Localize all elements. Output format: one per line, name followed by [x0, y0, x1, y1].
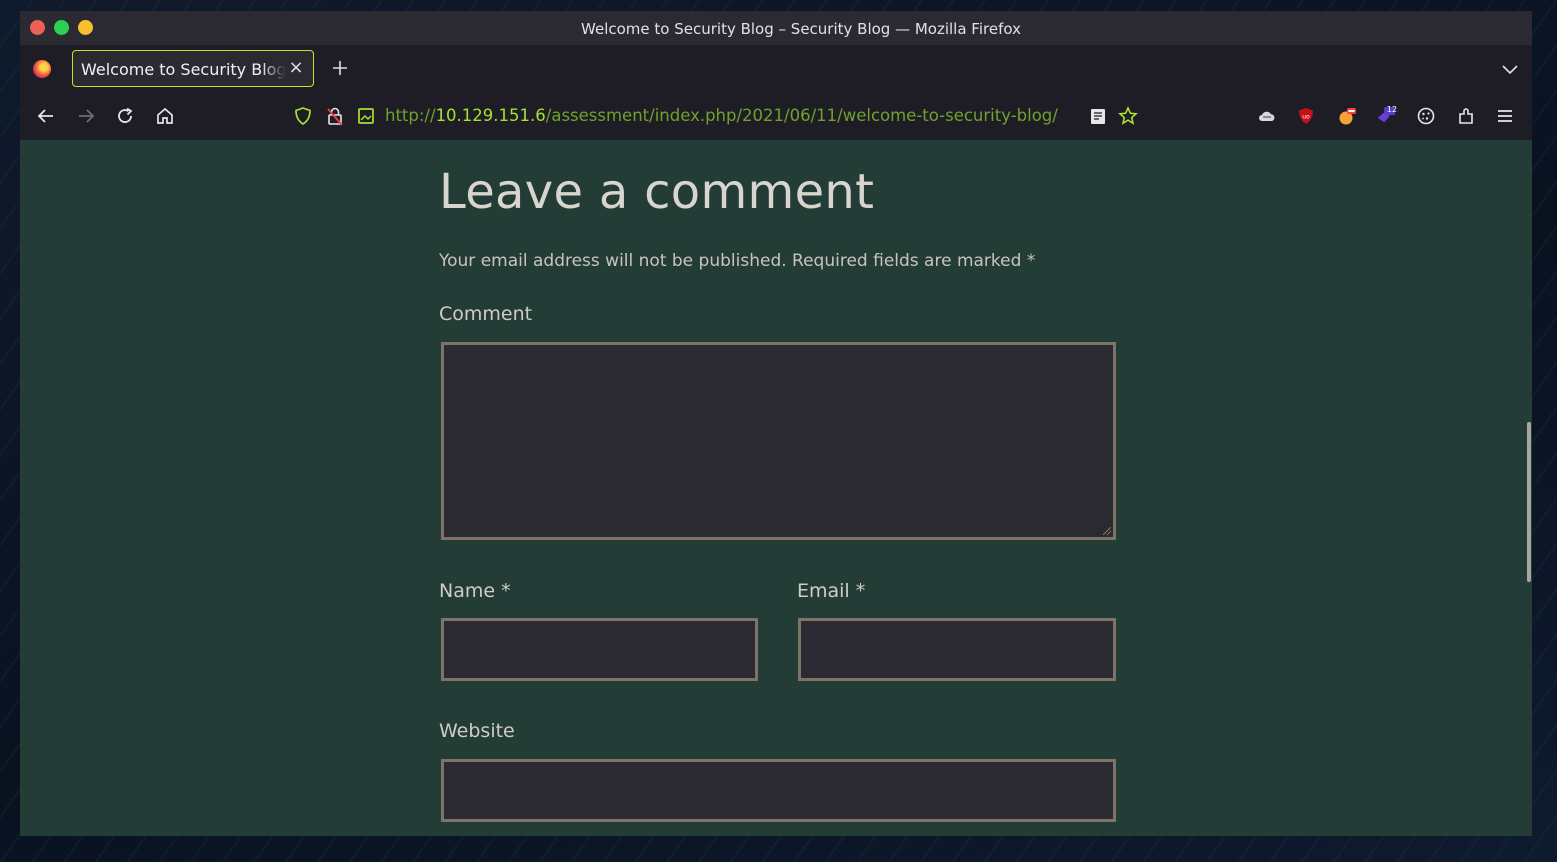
name-field[interactable] [441, 618, 758, 681]
browser-window: Welcome to Security Blog – Security Blog… [20, 11, 1532, 836]
website-label: Website [439, 720, 515, 742]
tab-strip: Welcome to Security Blog – Security Blog… [20, 45, 1532, 92]
name-label: Name * [439, 580, 511, 602]
email-field[interactable] [798, 618, 1116, 681]
url-host: 10.129.151.6 [435, 106, 546, 125]
extensions-puzzle-icon[interactable] [1456, 106, 1476, 126]
plus-icon[interactable] [330, 58, 350, 78]
image-icon[interactable] [356, 106, 376, 126]
cookie-icon[interactable] [1416, 106, 1436, 126]
tab-title: Welcome to Security Blog – Security Blog [81, 60, 286, 79]
chevron-down-icon[interactable] [1500, 60, 1520, 78]
window-title: Welcome to Security Blog – Security Blog… [581, 20, 1021, 38]
navigation-bar: http://10.129.151.6/assessment/index.php… [20, 92, 1532, 140]
url-prefix: http:// [385, 106, 436, 125]
comment-textarea[interactable] [441, 342, 1116, 540]
reload-icon[interactable] [115, 106, 135, 126]
shield-icon[interactable] [293, 106, 313, 126]
ublock-icon[interactable]: uo [1296, 106, 1316, 126]
lock-warning-icon[interactable] [325, 106, 345, 126]
url-bar[interactable]: http://10.129.151.6/assessment/index.php… [385, 92, 1058, 140]
comment-label: Comment [439, 303, 533, 325]
cloud-extension-icon[interactable] [1257, 106, 1277, 126]
forward-icon[interactable] [76, 106, 96, 126]
comment-heading: Leave a comment [439, 164, 875, 220]
firefox-icon[interactable] [33, 60, 51, 78]
close-icon[interactable]: × [288, 59, 304, 77]
tab-active[interactable]: Welcome to Security Blog – Security Blog… [72, 50, 314, 87]
email-label: Email * [797, 580, 866, 602]
title-bar: Welcome to Security Blog – Security Blog… [20, 11, 1532, 45]
back-icon[interactable] [36, 106, 56, 126]
star-icon[interactable] [1118, 106, 1138, 126]
extension-icon[interactable] [1337, 106, 1357, 126]
extension-badge-count: 12 [1386, 105, 1398, 114]
page-content: Leave a comment Your email address will … [20, 140, 1532, 836]
resize-grip[interactable] [1103, 527, 1111, 535]
svg-text:uo: uo [1302, 114, 1310, 121]
scrollbar-thumb[interactable] [1527, 422, 1531, 582]
comment-notes: Your email address will not be published… [439, 251, 1036, 271]
menu-icon[interactable] [1495, 106, 1515, 126]
home-icon[interactable] [155, 106, 175, 126]
url-path: /assessment/index.php/2021/06/11/welcome… [545, 106, 1058, 125]
reader-view-icon[interactable] [1088, 106, 1108, 126]
website-field[interactable] [441, 759, 1116, 822]
